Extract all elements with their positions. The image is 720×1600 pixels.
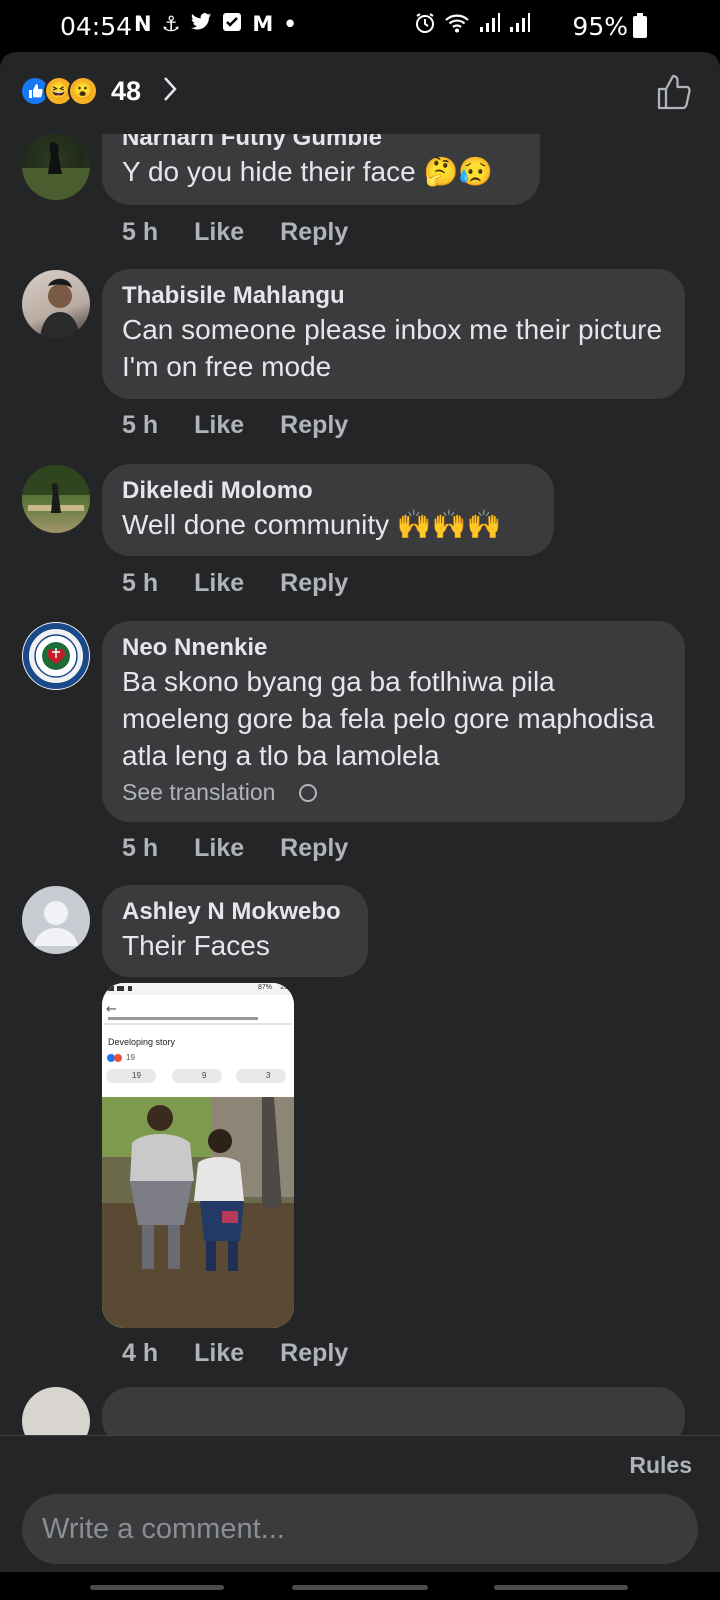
notification-icons: N ⚓ M • [134, 12, 297, 37]
attachment-title: Developing story [108, 1037, 176, 1047]
back-button[interactable] [494, 1585, 628, 1590]
battery-percent: 95% [572, 12, 628, 41]
attachment-battery: 87% [257, 984, 272, 991]
like-button[interactable]: Like [194, 218, 244, 247]
see-translation-link[interactable]: See translation [122, 776, 665, 808]
chevron-right-icon[interactable] [160, 74, 180, 112]
status-bar: 04:54 N ⚓ M • 95% [0, 0, 720, 52]
reply-button[interactable]: Reply [280, 1339, 348, 1368]
comment-author[interactable]: Dikeledi Molomo [122, 476, 534, 506]
rules-link[interactable]: Rules [629, 1452, 692, 1479]
avatar[interactable] [22, 270, 90, 338]
checkbox-icon [222, 12, 242, 37]
comment-text: Ba skono byang ga ba fotlhiwa pila moele… [122, 666, 655, 771]
comment-text: Well done community 🙌🙌🙌 [122, 509, 502, 540]
system-icons [414, 12, 530, 39]
alarm-icon [414, 12, 436, 39]
comment-bubble[interactable]: Neo Nnenkie Ba skono byang ga ba fotlhiw… [102, 621, 685, 822]
wow-reaction-icon: 😮 [68, 76, 98, 106]
comment-input[interactable] [22, 1494, 698, 1564]
signal-icon [478, 13, 500, 38]
more-notifications-icon: • [283, 12, 297, 36]
system-nav-bar [0, 1572, 720, 1600]
comment-time[interactable]: 5 h [122, 218, 158, 247]
twitter-icon [190, 12, 212, 37]
comment-time[interactable]: 4 h [122, 1339, 158, 1368]
attachment-reaction-count: 19 [126, 1053, 135, 1062]
comment-author[interactable]: Neo Nnenkie [122, 633, 665, 663]
avatar[interactable] [22, 132, 90, 200]
see-translation-label[interactable]: See translation [122, 779, 275, 805]
like-button[interactable]: Like [194, 1339, 244, 1368]
like-button[interactable]: Like [194, 411, 244, 440]
comment-time[interactable]: 5 h [122, 569, 158, 598]
comment-text: Can someone please inbox me their pictur… [122, 314, 663, 382]
reply-button[interactable]: Reply [280, 834, 348, 863]
reply-button[interactable]: Reply [280, 218, 348, 247]
comment-actions: 5 h Like Reply [122, 218, 348, 247]
avatar[interactable] [22, 886, 90, 954]
wifi-icon [444, 12, 470, 39]
signal-icon-2 [508, 13, 530, 38]
n-app-icon: N [134, 12, 152, 36]
avatar[interactable] [22, 465, 90, 533]
comment-text: Their Faces [122, 930, 270, 961]
reactions-bar[interactable]: 😆 😮 48 [0, 52, 720, 134]
like-button[interactable]: Like [194, 834, 244, 863]
attachment-comments: 9 [202, 1071, 207, 1080]
status-time: 04:54 [60, 12, 133, 41]
like-outline-icon[interactable] [654, 72, 694, 112]
comment-bubble[interactable]: Thabisile Mahlangu Can someone please in… [102, 269, 685, 399]
comment-actions: 5 h Like Reply [122, 411, 348, 440]
comments-sheet: 😆 😮 48 Narnarn Futhy Gumbie Y do you hid… [0, 52, 720, 1572]
comment-composer: Rules [0, 1435, 720, 1572]
recent-apps-button[interactable] [90, 1585, 224, 1590]
attachment-likes: 19 [132, 1071, 141, 1080]
comment-actions: 4 h Like Reply [122, 1339, 348, 1368]
reply-button[interactable]: Reply [280, 569, 348, 598]
reply-button[interactable]: Reply [280, 411, 348, 440]
comment-bubble[interactable]: Ashley N Mokwebo Their Faces [102, 885, 368, 977]
anchor-icon: ⚓ [161, 12, 181, 36]
comment-bubble[interactable]: Dikeledi Molomo Well done community 🙌🙌🙌 [102, 464, 554, 556]
gmail-icon: M [252, 12, 274, 36]
comment-time[interactable]: 5 h [122, 411, 158, 440]
attachment-shares: 3 [266, 1071, 271, 1080]
comment-text: Y do you hide their face 🤔😥 [122, 156, 494, 187]
battery-icon [633, 13, 647, 38]
home-button[interactable] [292, 1585, 428, 1590]
reaction-icons: 😆 😮 [20, 76, 98, 106]
comment-time[interactable]: 5 h [122, 834, 158, 863]
attachment-time: 23: [280, 984, 290, 991]
comment-actions: 5 h Like Reply [122, 834, 348, 863]
reaction-count[interactable]: 48 [111, 76, 141, 107]
comment-author[interactable]: Thabisile Mahlangu [122, 281, 665, 311]
comment-author[interactable]: Ashley N Mokwebo [122, 897, 348, 927]
translation-loading-icon [299, 784, 318, 802]
attachment-back-arrow: ← [106, 1002, 117, 1017]
like-button[interactable]: Like [194, 569, 244, 598]
avatar[interactable] [22, 622, 90, 690]
comment-actions: 5 h Like Reply [122, 569, 348, 598]
comment-attachment-image[interactable]: ← 87% 23: Developing story 19 19 9 3 [102, 983, 294, 1328]
